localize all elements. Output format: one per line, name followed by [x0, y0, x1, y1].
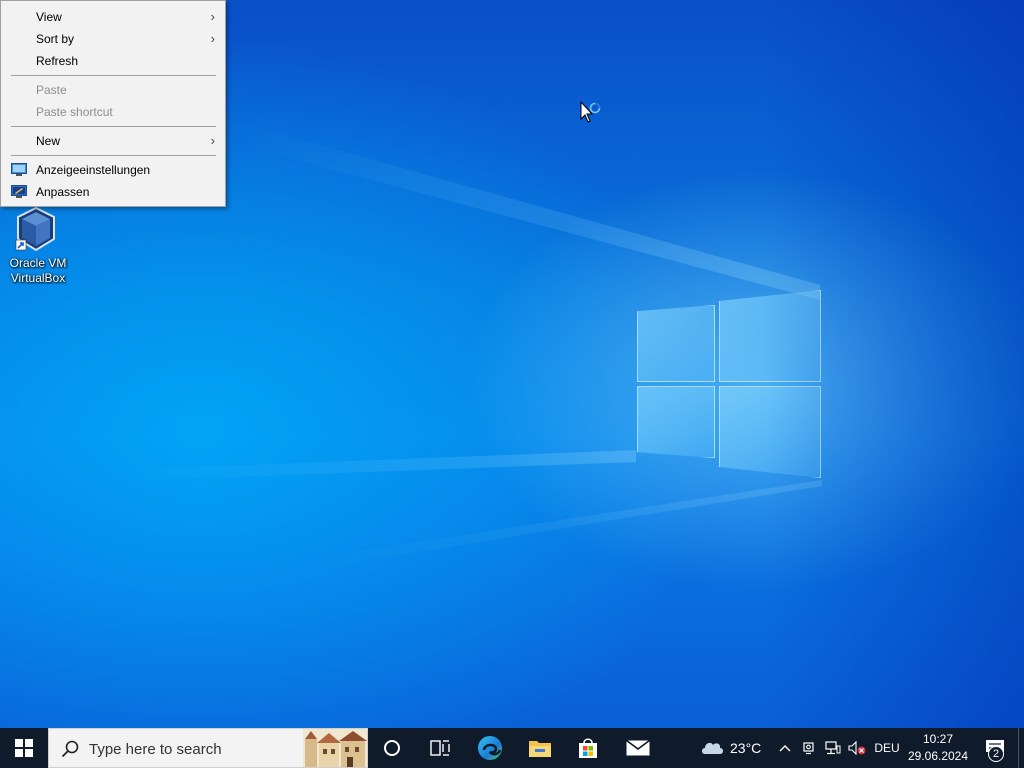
task-view-button[interactable]	[418, 728, 462, 768]
desktop-context-menu: View › Sort by › Refresh Paste Paste sho…	[0, 0, 226, 207]
virtualbox-icon	[15, 206, 55, 252]
meet-now-icon	[803, 742, 814, 755]
menu-item-view[interactable]: View ›	[3, 6, 223, 28]
menu-item-paste-shortcut: Paste shortcut	[3, 101, 223, 123]
desktop-wallpaper[interactable]: Oracle VM VirtualBox View › Sort by › Re…	[0, 0, 1024, 728]
virtualbox-label-line2: VirtualBox	[10, 271, 66, 285]
mail-icon	[626, 740, 650, 756]
menu-item-personalize[interactable]: Anpassen	[3, 181, 223, 203]
search-placeholder: Type here to search	[89, 741, 222, 758]
input-language-indicator[interactable]: DEU	[872, 728, 902, 768]
virtualbox-label-line1: Oracle VM	[9, 256, 67, 270]
menu-separator	[11, 126, 216, 127]
chevron-up-icon	[779, 745, 791, 752]
mail-button[interactable]	[616, 728, 660, 768]
submenu-arrow-icon: ›	[210, 133, 215, 148]
edge-button[interactable]	[468, 728, 512, 768]
menu-item-view-label: View	[36, 10, 62, 24]
cloud-icon	[702, 742, 723, 754]
volume-muted-icon	[848, 741, 866, 755]
store-icon	[579, 738, 597, 758]
file-explorer-button[interactable]	[518, 728, 562, 768]
virtualbox-shortcut-label: Oracle VM VirtualBox	[2, 256, 74, 286]
file-explorer-icon	[529, 741, 551, 757]
task-view-icon	[430, 740, 450, 756]
search-icon	[61, 740, 79, 758]
cortana-icon	[384, 740, 400, 756]
menu-item-refresh-label: Refresh	[36, 54, 79, 68]
submenu-arrow-icon: ›	[210, 9, 215, 24]
menu-item-display-settings[interactable]: Anzeigeeinstellungen	[3, 159, 223, 181]
weather-temperature: 23°C	[730, 740, 762, 756]
menu-item-sort-by[interactable]: Sort by ›	[3, 28, 223, 50]
logo-pane-bottom-right	[719, 386, 821, 478]
menu-separator	[11, 155, 216, 156]
clock-date: 29.06.2024	[907, 749, 969, 763]
menu-separator	[11, 75, 216, 76]
volume-button[interactable]	[847, 728, 867, 768]
menu-item-sort-by-label: Sort by	[36, 32, 75, 46]
edge-icon	[478, 736, 502, 760]
clock-time: 10:27	[922, 732, 954, 746]
notification-count-badge: 2	[988, 746, 1004, 762]
start-button[interactable]	[0, 728, 48, 768]
store-button[interactable]	[566, 728, 610, 768]
logo-pane-bottom-left	[637, 386, 715, 458]
menu-item-refresh[interactable]: Refresh	[3, 50, 223, 72]
search-highlight-illustration	[303, 729, 367, 767]
menu-item-display-settings-label: Anzeigeeinstellungen	[36, 163, 151, 177]
logo-pane-top-left	[637, 305, 715, 382]
menu-item-new-label: New	[36, 134, 61, 148]
network-icon	[825, 741, 841, 755]
display-settings-icon	[11, 163, 27, 176]
network-button[interactable]	[823, 728, 843, 768]
busy-cursor-icon	[580, 101, 601, 123]
personalize-icon	[11, 185, 27, 198]
menu-item-paste-label: Paste	[36, 83, 67, 97]
menu-item-paste-shortcut-label: Paste shortcut	[36, 105, 113, 119]
cortana-button[interactable]	[370, 728, 414, 768]
logo-pane-top-right	[719, 290, 821, 382]
menu-item-paste: Paste	[3, 79, 223, 101]
clock[interactable]: 10:27 29.06.2024	[904, 728, 972, 768]
menu-item-personalize-label: Anpassen	[36, 185, 90, 199]
search-box[interactable]: Type here to search	[48, 728, 368, 768]
menu-item-new[interactable]: New ›	[3, 130, 223, 152]
submenu-arrow-icon: ›	[210, 31, 215, 46]
taskbar: Type here to search 23°C DEU 10:27 29.06…	[0, 728, 1024, 768]
show-desktop-button[interactable]	[1018, 728, 1024, 768]
meet-now-button[interactable]	[800, 728, 818, 768]
windows-logo-wallpaper	[636, 290, 822, 480]
virtualbox-shortcut[interactable]: Oracle VM VirtualBox	[2, 206, 74, 290]
windows-start-icon	[15, 739, 33, 757]
weather-widget[interactable]: 23°C	[698, 728, 764, 768]
show-hidden-icons-button[interactable]	[776, 728, 794, 768]
